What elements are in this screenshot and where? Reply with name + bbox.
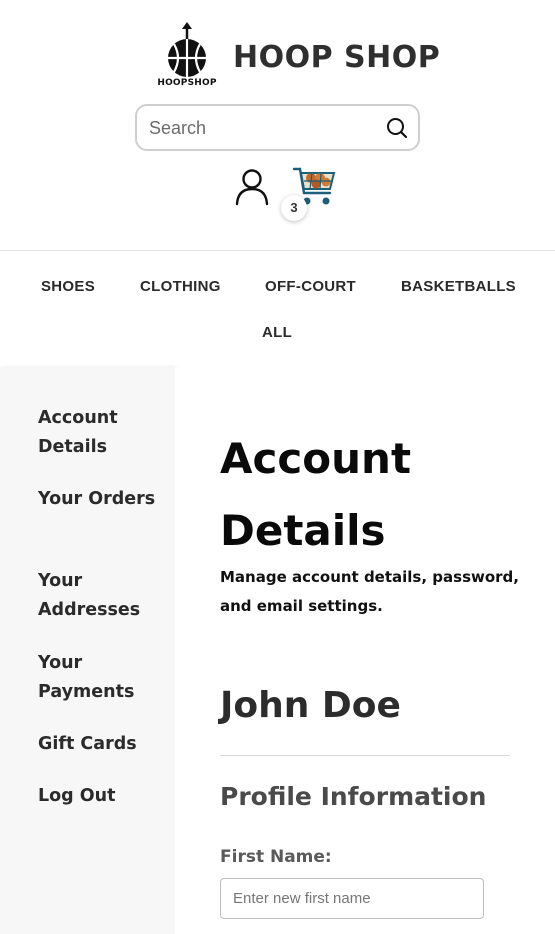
category-nav: SHOES CLOTHING OFF-COURT BASKETBALLS ALL xyxy=(0,250,555,367)
search-button[interactable] xyxy=(385,116,409,140)
first-name-label: First Name: xyxy=(220,847,332,867)
nav-item-off-court[interactable]: OFF-COURT xyxy=(265,278,356,295)
page-title: Account Details xyxy=(220,434,412,555)
search-bar xyxy=(135,104,420,151)
search-input[interactable] xyxy=(149,115,369,141)
site-header: HOOPSHOP HOOP SHOP 3 xyxy=(0,0,555,251)
first-name-field[interactable] xyxy=(220,878,484,919)
basketball-logo-icon xyxy=(168,22,206,77)
section-divider xyxy=(220,755,510,756)
sidebar-item-orders[interactable]: Your Orders xyxy=(38,485,168,514)
page-subtitle: Manage account details, password, and em… xyxy=(220,568,519,615)
user-name: John Doe xyxy=(220,685,401,726)
brand-name[interactable]: HOOP SHOP xyxy=(233,40,440,75)
account-main: Account Details Manage account details, … xyxy=(175,367,555,934)
nav-item-clothing[interactable]: CLOTHING xyxy=(140,278,221,295)
nav-item-all[interactable]: ALL xyxy=(262,324,292,341)
user-icon xyxy=(235,169,269,206)
site-logo[interactable]: HOOPSHOP xyxy=(152,22,222,92)
nav-item-basketballs[interactable]: BASKETBALLS xyxy=(401,278,516,295)
sidebar-item-payments[interactable]: Your Payments xyxy=(38,649,168,707)
sidebar-item-gift-cards[interactable]: Gift Cards xyxy=(38,730,168,759)
cart-count-badge: 3 xyxy=(281,195,307,221)
nav-item-shoes[interactable]: SHOES xyxy=(41,278,95,295)
profile-section-title: Profile Information xyxy=(220,782,487,811)
account-button[interactable] xyxy=(234,168,270,206)
sidebar-item-log-out[interactable]: Log Out xyxy=(38,782,168,811)
search-icon xyxy=(387,118,408,139)
sidebar-item-account-details[interactable]: Account Details xyxy=(38,404,168,462)
logo-wordmark: HOOPSHOP xyxy=(157,78,217,88)
sidebar-item-addresses[interactable]: Your Addresses xyxy=(38,567,168,625)
account-sidebar: Account Details Your Orders Your Address… xyxy=(0,367,175,934)
